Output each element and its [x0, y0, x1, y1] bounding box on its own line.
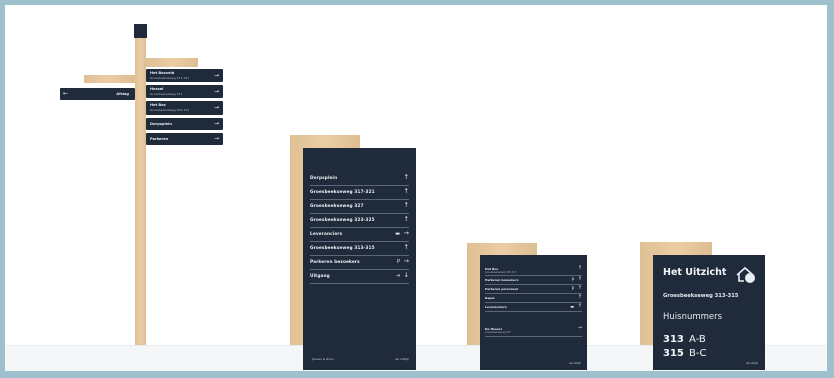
sign-row: Groesbeekseweg 313-315 ↑	[310, 243, 409, 256]
arm-label: Afslag	[116, 92, 129, 96]
arrow-up-icon: ↑	[577, 276, 582, 282]
arrow-up-icon: ↑	[403, 243, 409, 251]
fingerpost-arm: Dorpsplein →	[146, 118, 223, 130]
arrow-right-icon: →	[403, 229, 409, 237]
parking-icon: P	[396, 259, 400, 265]
sign-row: Het Bos Groesbeekseweg 305-315 ↑	[485, 266, 582, 276]
sign-row: Groesbeekseweg 327 ↑	[310, 201, 409, 214]
arm-title: Het Bos	[150, 103, 166, 107]
arm-subtitle: Groesbeekseweg 327	[150, 92, 183, 96]
arrow-up-icon: ↑	[577, 265, 582, 271]
post-plank-left	[84, 75, 135, 83]
sign-footer-logo: de uitkijk	[569, 362, 581, 365]
house-number-suffix: B-C	[688, 348, 707, 359]
fingerpost-arm: Het Bos Groesbeekseweg 305-315 →	[146, 101, 223, 115]
post-pole	[135, 38, 146, 345]
sign-row: Dorpsplein ↑	[310, 173, 409, 186]
fingerpost-arm: Parkeren →	[146, 133, 223, 145]
arrow-right-icon: →	[213, 87, 219, 95]
fingerpost-arm-left: ← Afslag	[60, 88, 135, 100]
sign-footer-logo: de uitkijk	[746, 362, 758, 365]
large-sign-panel: Dorpsplein ↑ Groesbeekseweg 317-321 ↑ Gr…	[303, 148, 416, 370]
arm-subtitle: Groesbeekseweg 317-321	[150, 76, 190, 80]
truck-icon: ▬	[395, 231, 400, 237]
sign-row: Leveranciers ▬ ↑	[485, 304, 582, 312]
row-label: Parkeren bezoekers	[485, 278, 519, 282]
row-label: Parkeren personeel	[485, 287, 519, 291]
row-sublabel: Groesbeekseweg 327	[485, 331, 511, 334]
row-label: Groesbeekseweg 313-315	[310, 246, 375, 251]
arrow-left-icon: ←	[63, 90, 69, 97]
house-number: 315 B-C	[663, 341, 706, 360]
canvas: ← Afslag Het Bosveld Groesbeekseweg 317-…	[5, 5, 827, 371]
arrow-up-icon: ↑	[577, 285, 582, 291]
arrow-up-icon: ↑	[403, 215, 409, 223]
arm-title: Het Bosveld	[150, 71, 175, 75]
sign-footer-logo: de uitkijk	[395, 357, 409, 361]
arrow-down-icon: ↓	[403, 271, 409, 279]
sign-row: Parkeren bezoekers P ↑	[485, 277, 582, 285]
arm-title: Hessel	[150, 87, 164, 91]
post-plank-upper	[146, 58, 198, 67]
arrow-up-icon: ↑	[577, 303, 582, 309]
sign-row: Parkeren bezoekers P →	[310, 257, 409, 270]
sign-footer-left: Jansen & Zoon	[312, 357, 334, 361]
row-label: Leveranciers	[310, 232, 343, 237]
parking-icon: P	[571, 277, 574, 282]
row-label: Dorpsplein	[310, 176, 338, 181]
row-label: Kapel	[485, 296, 495, 300]
sign-address: Groesbeekseweg 313-315	[663, 293, 739, 299]
arrow-up-icon: ↑	[403, 187, 409, 195]
house-numbers-label: Huisnummers	[663, 312, 723, 322]
arrow-right-icon: →	[213, 120, 219, 127]
house-number-value: 315	[663, 348, 684, 359]
row-label: Leveranciers	[485, 305, 507, 309]
arm-subtitle: Groesbeekseweg 305-315	[150, 108, 190, 112]
arm-title: Parkeren	[150, 137, 169, 141]
parking-icon: P	[571, 286, 574, 291]
fingerpost-arm: Het Bosveld Groesbeekseweg 317-321 →	[146, 69, 223, 82]
arrow-right-icon: →	[213, 104, 219, 111]
post-cap	[134, 24, 147, 38]
arrow-right-icon: →	[213, 71, 219, 79]
row-label: Parkeren bezoekers	[310, 260, 360, 265]
arrow-up-icon: ↑	[577, 294, 582, 300]
sign-row: De Hessel Groesbeekseweg 327 →	[485, 326, 582, 337]
sign-row: Groesbeekseweg 317-321 ↑	[310, 187, 409, 200]
sign-row: Groesbeekseweg 323-325 ↑	[310, 215, 409, 228]
arrow-right-icon: →	[213, 135, 219, 142]
sign-row: Uitgang ⇥ ↓	[310, 271, 409, 284]
row-label: Groesbeekseweg 323-325	[310, 218, 375, 223]
arrow-up-icon: ↑	[403, 201, 409, 209]
small-sign-panel: Het Bos Groesbeekseweg 305-315 ↑ Parkere…	[480, 255, 587, 370]
fingerpost-arm: Hessel Groesbeekseweg 327 →	[146, 85, 223, 98]
entrance-sign-panel: Het Uitzicht Groesbeekseweg 313-315 Huis…	[653, 255, 765, 370]
row-label: Groesbeekseweg 317-321	[310, 190, 375, 195]
arrow-right-icon: →	[403, 257, 409, 265]
row-sublabel: Groesbeekseweg 305-315	[485, 271, 517, 274]
sign-row: Kapel ↑	[485, 295, 582, 303]
row-label: Groesbeekseweg 327	[310, 204, 364, 209]
arrow-up-icon: ↑	[403, 173, 409, 181]
exit-icon: ⇥	[395, 273, 400, 279]
house-logo-icon	[736, 266, 755, 283]
arm-title: Dorpsplein	[150, 122, 172, 126]
row-label: Uitgang	[310, 274, 330, 279]
sign-row: Leveranciers ▬ →	[310, 229, 409, 242]
truck-icon: ▬	[570, 304, 574, 309]
sign-title: Het Uitzicht	[663, 267, 727, 278]
sign-row: Parkeren personeel P ↑	[485, 286, 582, 294]
arrow-right-icon: →	[577, 325, 582, 331]
